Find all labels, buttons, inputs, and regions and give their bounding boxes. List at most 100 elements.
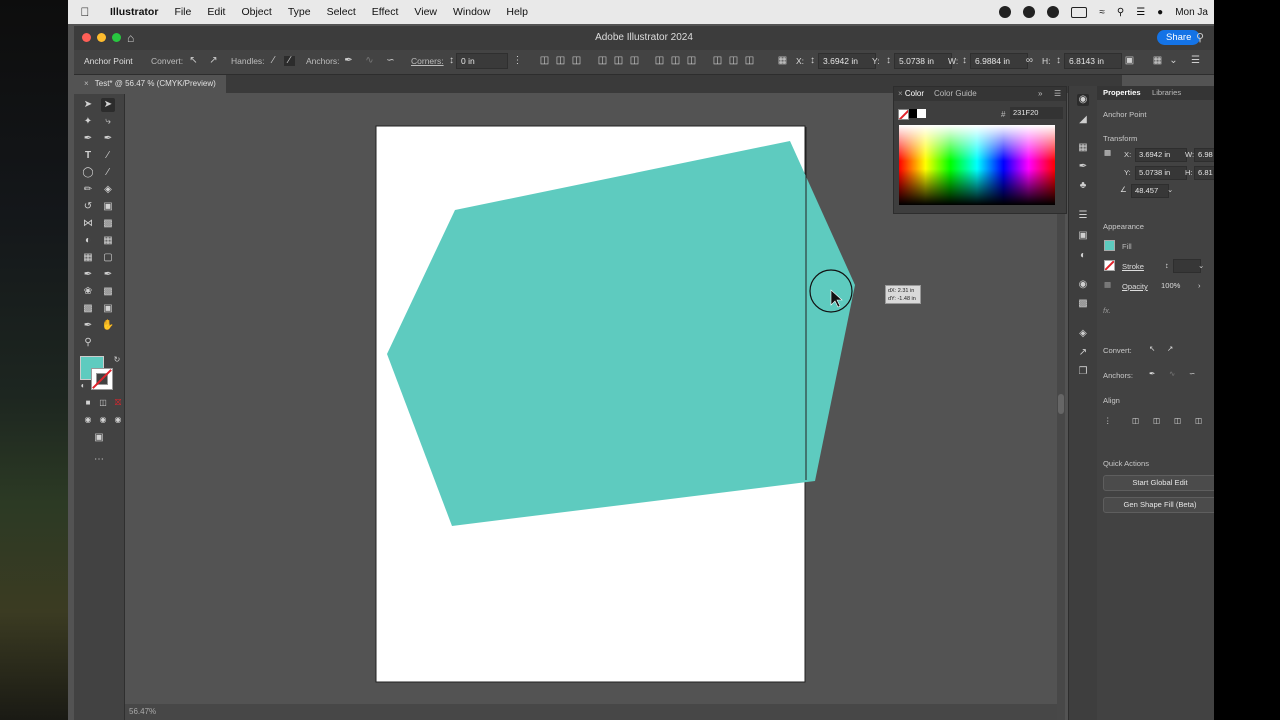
- panel-collapse-icon[interactable]: »: [1038, 89, 1042, 98]
- controlbar-dropdown-icon[interactable]: ⌄: [1168, 56, 1179, 66]
- color-spectrum[interactable]: [899, 125, 1055, 205]
- battery-icon[interactable]: [1071, 6, 1088, 18]
- stroke-weight-input[interactable]: [1173, 259, 1201, 273]
- zoom-level[interactable]: 56.47%: [129, 707, 156, 716]
- distribute-top-icon[interactable]: ◫: [654, 56, 665, 66]
- menu-app[interactable]: Illustrator: [102, 6, 166, 18]
- layers-icon[interactable]: ◈: [1077, 328, 1089, 340]
- menu-edit[interactable]: Edit: [199, 6, 233, 18]
- artboards-icon[interactable]: ❐: [1077, 366, 1089, 378]
- convert-to-smooth-icon[interactable]: ↗: [208, 56, 219, 66]
- pen-tool-icon[interactable]: ✒: [81, 132, 95, 146]
- brushes-icon[interactable]: ✒: [1077, 161, 1089, 173]
- gradient-panel-icon[interactable]: ▣: [1077, 230, 1089, 242]
- remove-anchor-icon[interactable]: ✒: [343, 56, 354, 66]
- search-icon[interactable]: ⚲: [1196, 31, 1204, 44]
- asset-export-icon[interactable]: ↗: [1077, 347, 1089, 359]
- blend-tool-icon[interactable]: ✒: [101, 268, 115, 282]
- grammarly-icon[interactable]: [1023, 6, 1036, 18]
- corners-label[interactable]: Corners:: [411, 56, 444, 66]
- artboard-tool-icon[interactable]: ▣: [101, 302, 115, 316]
- x-input[interactable]: 3.6942 in: [818, 53, 876, 69]
- props-align-right-icon[interactable]: ◫: [1174, 416, 1181, 425]
- stroke-label[interactable]: Stroke: [1122, 262, 1144, 271]
- white-swatch[interactable]: [917, 109, 926, 118]
- props-align-center-icon[interactable]: ◫: [1153, 416, 1160, 425]
- corners-input[interactable]: 0 in: [456, 53, 508, 69]
- none-mode-icon[interactable]: ⛝: [111, 396, 125, 410]
- convert-to-corner-icon[interactable]: ↖: [188, 56, 199, 66]
- color-panel-icon[interactable]: ◉: [1077, 94, 1089, 106]
- tab-libraries[interactable]: Libraries: [1152, 88, 1181, 97]
- selection-tool-icon[interactable]: ➤: [81, 98, 95, 112]
- creative-cloud-icon[interactable]: [1047, 6, 1060, 18]
- eraser-tool-icon[interactable]: ◈: [101, 183, 115, 197]
- share-button[interactable]: Share: [1157, 30, 1201, 45]
- menu-select[interactable]: Select: [319, 6, 364, 18]
- tab-properties[interactable]: Properties: [1103, 88, 1141, 97]
- h-input[interactable]: 6.8143 in: [1064, 53, 1122, 69]
- apple-menu-icon[interactable]: : [68, 5, 102, 19]
- spotlight-search-icon[interactable]: ⚲: [1117, 7, 1124, 18]
- props-h-input[interactable]: 6.81: [1194, 166, 1214, 180]
- controlbar-menu-icon[interactable]: ☰: [1190, 56, 1201, 66]
- hide-handles-icon[interactable]: ∕: [284, 56, 295, 66]
- appearance-fill-swatch[interactable]: [1104, 240, 1115, 251]
- menu-window[interactable]: Window: [445, 6, 498, 18]
- menu-help[interactable]: Help: [498, 6, 536, 18]
- props-connect-anchors-icon[interactable]: ∿: [1169, 369, 1175, 378]
- menu-type[interactable]: Type: [280, 6, 319, 18]
- reference-point-icon[interactable]: ▦: [777, 56, 788, 66]
- document-tab[interactable]: × Test* @ 56.47 % (CMYK/Preview): [74, 75, 226, 93]
- distribute-vcenter-icon[interactable]: ◫: [670, 56, 681, 66]
- draw-behind-icon[interactable]: ◉: [96, 413, 110, 427]
- opacity-label[interactable]: Opacity: [1122, 282, 1148, 291]
- eyedropper-tool-icon[interactable]: ✒: [81, 268, 95, 282]
- rotate-tool-icon[interactable]: ↺: [81, 200, 95, 214]
- menubar-clock[interactable]: Mon Ja: [1175, 7, 1208, 18]
- opacity-expand-icon[interactable]: ›: [1198, 281, 1201, 290]
- line-segment-tool-icon[interactable]: ∕: [101, 149, 115, 163]
- none-swatch[interactable]: [898, 109, 909, 120]
- appearance-panel-icon[interactable]: ◉: [1077, 279, 1089, 291]
- gradient-mode-icon[interactable]: ◫: [96, 396, 110, 410]
- graph-tool-icon[interactable]: ▩: [81, 302, 95, 316]
- siri-icon[interactable]: ●: [1157, 7, 1163, 18]
- props-w-input[interactable]: 6.98: [1194, 148, 1214, 162]
- wifi-icon[interactable]: ≈: [1099, 7, 1105, 18]
- menu-view[interactable]: View: [406, 6, 445, 18]
- color-guide-icon[interactable]: ◢: [1077, 114, 1089, 126]
- ellipse-tool-icon[interactable]: ◯: [81, 166, 95, 180]
- draw-normal-icon[interactable]: ◉: [81, 413, 95, 427]
- props-remove-anchor-icon[interactable]: ✒: [1149, 369, 1155, 378]
- rotate-input[interactable]: 48.457: [1131, 184, 1169, 198]
- w-stepper-icon[interactable]: ↕: [959, 56, 970, 66]
- draw-inside-icon[interactable]: ◉: [111, 413, 125, 427]
- panel-menu-icon[interactable]: ☰: [1054, 89, 1061, 98]
- select-similar-icon[interactable]: ⋮: [512, 56, 523, 66]
- slice-tool-icon[interactable]: ✒: [81, 319, 95, 333]
- align-bottom-icon[interactable]: ◫: [629, 56, 640, 66]
- menu-effect[interactable]: Effect: [364, 6, 407, 18]
- screen-mode-icon[interactable]: ▣: [92, 431, 106, 445]
- graphic-styles-icon[interactable]: ▩: [1077, 298, 1089, 310]
- pencil-tool-icon[interactable]: ✏: [81, 183, 95, 197]
- hand-tool-icon[interactable]: ✋: [101, 319, 115, 333]
- connect-anchors-icon[interactable]: ∿: [364, 56, 375, 66]
- close-tab-icon[interactable]: ×: [84, 79, 89, 88]
- record-icon[interactable]: [999, 6, 1012, 18]
- magic-wand-tool-icon[interactable]: ✦: [81, 115, 95, 129]
- zoom-tool-icon[interactable]: ⚲: [81, 336, 95, 350]
- stroke-swatch[interactable]: [91, 368, 113, 390]
- props-y-input[interactable]: 5.0738 in: [1135, 166, 1187, 180]
- props-x-input[interactable]: 3.6942 in: [1135, 148, 1187, 162]
- menu-object[interactable]: Object: [233, 6, 279, 18]
- align-vcenter-icon[interactable]: ◫: [613, 56, 624, 66]
- start-global-edit-button[interactable]: Start Global Edit: [1103, 475, 1214, 491]
- lasso-tool-icon[interactable]: ⤷: [101, 115, 115, 129]
- gen-shape-fill-button[interactable]: Gen Shape Fill (Beta): [1103, 497, 1214, 513]
- constrain-proportions-icon[interactable]: ∞: [1024, 56, 1035, 66]
- distribute-hcenter-icon[interactable]: ◫: [728, 56, 739, 66]
- align-hcenter-icon[interactable]: ◫: [555, 56, 566, 66]
- y-input[interactable]: 5.0738 in: [894, 53, 952, 69]
